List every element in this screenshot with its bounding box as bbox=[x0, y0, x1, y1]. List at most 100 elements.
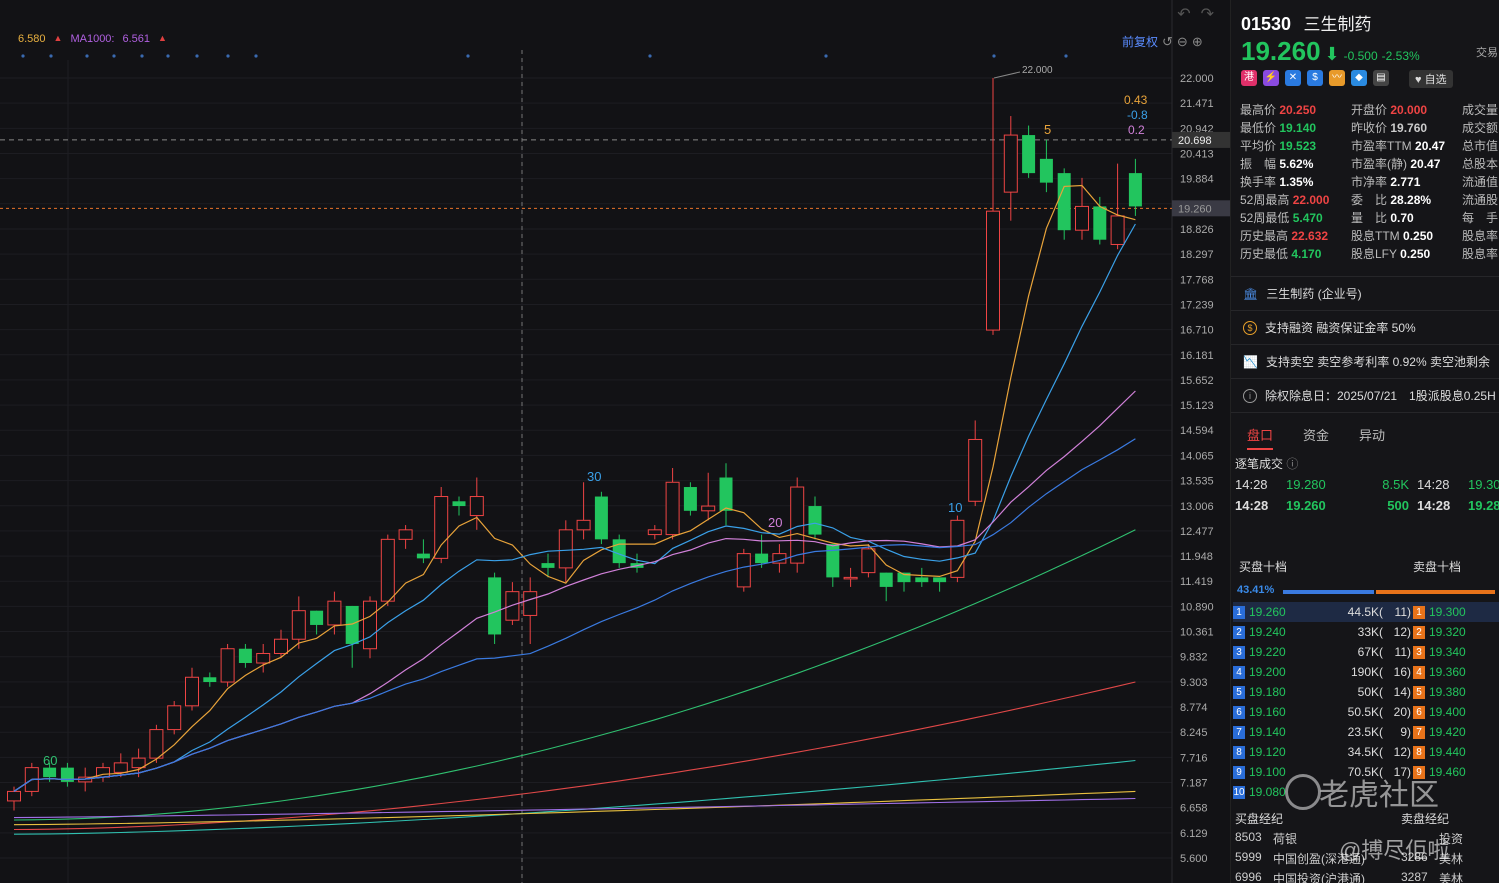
candle-body bbox=[1057, 173, 1071, 231]
quote-value: 22.000 bbox=[1292, 193, 1330, 207]
ma5-line bbox=[13, 184, 1136, 792]
shortsell-icon[interactable]: ✕ bbox=[1285, 70, 1301, 86]
zoom-out-icon[interactable]: ⊖ bbox=[1177, 34, 1188, 50]
candle-body bbox=[238, 648, 252, 663]
price-grid bbox=[0, 60, 1172, 883]
candle-body bbox=[1075, 205, 1089, 231]
hk-flag-icon[interactable]: 港 bbox=[1241, 70, 1257, 86]
quote-value: 2.771 bbox=[1390, 175, 1421, 189]
candle-body bbox=[363, 600, 377, 650]
price-axis-tick: 10.890 bbox=[1180, 601, 1214, 613]
tag-icon[interactable]: ◆ bbox=[1351, 70, 1367, 86]
marker-dot bbox=[49, 54, 53, 58]
candle-body bbox=[274, 638, 288, 654]
bid-level: 5 bbox=[1233, 685, 1245, 699]
candle-body bbox=[558, 529, 573, 569]
dollar-icon[interactable]: $ bbox=[1307, 70, 1323, 86]
candle-body bbox=[1093, 206, 1107, 240]
ask-price: 19.320 bbox=[1429, 625, 1466, 639]
bid-volume: 50K( bbox=[1357, 685, 1383, 699]
add-watchlist-button[interactable]: ♥ 自选 bbox=[1409, 70, 1453, 88]
buy-pct: 43.41% bbox=[1237, 584, 1275, 596]
candle-body bbox=[398, 529, 413, 540]
orderbook-row[interactable]: 1 19.260 44.5K(11) 1 19.300 bbox=[1233, 602, 1499, 622]
price-axis-tick: 9.303 bbox=[1180, 677, 1208, 689]
tab-pankou[interactable]: 盘口 bbox=[1247, 425, 1274, 450]
bid-count: 20) bbox=[1393, 705, 1411, 719]
ma10-label: 10 bbox=[948, 500, 962, 515]
quote-label: 股息TTM bbox=[1351, 229, 1400, 243]
quote-value: 4.170 bbox=[1291, 247, 1322, 261]
redo-icon[interactable]: ↷ bbox=[1201, 4, 1214, 24]
marker-dot bbox=[1064, 54, 1068, 58]
orderbook-row[interactable]: 6 19.160 50.5K(20) 6 19.400 bbox=[1233, 702, 1499, 722]
price-axis-tick: 13.006 bbox=[1180, 501, 1214, 513]
tab-movers[interactable]: 异动 bbox=[1359, 425, 1385, 450]
quote-label: 总市值 bbox=[1462, 139, 1499, 153]
orderbook-row[interactable]: 7 19.140 23.5K(9) 7 19.420 bbox=[1233, 722, 1499, 742]
candle-body bbox=[488, 577, 502, 635]
zoom-in-icon[interactable]: ⊕ bbox=[1192, 34, 1203, 50]
quote-cell: 股息TTM 0.250 bbox=[1351, 227, 1462, 245]
marker-dot bbox=[112, 54, 116, 58]
marker-dot bbox=[466, 54, 470, 58]
ask-level: 4 bbox=[1413, 665, 1425, 679]
orderbook-row[interactable]: 2 19.240 33K(12) 2 19.320 bbox=[1233, 622, 1499, 642]
broker-name: 中国投资(沪港通) bbox=[1273, 872, 1365, 883]
quote-value: 5.62% bbox=[1279, 157, 1314, 171]
kline-chart-area[interactable]: 22.00021.47120.94220.41319.88419.35518.8… bbox=[0, 0, 1230, 883]
marker-dot bbox=[166, 54, 170, 58]
bid-level: 2 bbox=[1233, 625, 1245, 639]
ask-level: 1 bbox=[1413, 605, 1425, 619]
price-axis-tick: 7.187 bbox=[1180, 778, 1208, 790]
ask-level: 2 bbox=[1413, 625, 1425, 639]
reset-icon[interactable]: ↺ bbox=[1162, 34, 1173, 50]
price-axis-tick: 14.594 bbox=[1180, 425, 1214, 437]
chart-tools: 前复权 ↺ ⊖ ⊕ bbox=[1122, 33, 1203, 50]
tick-time: 14:28 bbox=[1235, 477, 1268, 492]
orderbook-row[interactable]: 8 19.120 34.5K(12) 8 19.440 bbox=[1233, 742, 1499, 762]
divider bbox=[1231, 412, 1499, 413]
bid-volume: 50.5K( bbox=[1347, 705, 1383, 719]
price-axis-tick: 18.826 bbox=[1180, 224, 1214, 236]
bid-price: 19.260 bbox=[1249, 605, 1286, 619]
quote-value: 0.70 bbox=[1390, 211, 1414, 225]
quote-cell: 振 幅 5.62% bbox=[1240, 155, 1351, 173]
tab-funds[interactable]: 资金 bbox=[1303, 425, 1329, 450]
candle-body bbox=[647, 529, 662, 536]
fuquan-button[interactable]: 前复权 bbox=[1122, 33, 1158, 50]
trade-link[interactable]: 交易 bbox=[1476, 44, 1498, 60]
lightning-icon[interactable]: ⚡ bbox=[1263, 70, 1279, 86]
candle-body bbox=[1039, 158, 1053, 183]
candle-body bbox=[1003, 134, 1018, 193]
bid-price: 19.160 bbox=[1249, 705, 1286, 719]
kline-chart[interactable]: 22.00021.47120.94220.41319.88419.35518.8… bbox=[0, 0, 1230, 883]
bid-level: 1 bbox=[1233, 605, 1245, 619]
bid-level: 3 bbox=[1233, 645, 1245, 659]
divider bbox=[1231, 344, 1499, 345]
note-icon[interactable]: ▤ bbox=[1373, 70, 1389, 86]
price-axis-tick: 16.181 bbox=[1180, 350, 1214, 362]
undo-icon[interactable]: ↶ bbox=[1177, 4, 1190, 24]
candle-body bbox=[1022, 135, 1036, 174]
tick-row: 14:28 19.260 500 14:28 19.280 bbox=[1235, 495, 1499, 516]
ask-level: 5 bbox=[1413, 685, 1425, 699]
quote-value: 20.250 bbox=[1279, 103, 1317, 117]
orderbook-row[interactable]: 4 19.200 190K(16) 4 19.360 bbox=[1233, 662, 1499, 682]
bid-volume: 34.5K( bbox=[1347, 745, 1383, 759]
company-link[interactable]: 🏛 三生制药 (企业号) bbox=[1243, 285, 1362, 302]
marker-dot bbox=[195, 54, 199, 58]
quote-panel: 01530 三生制药 19.260 ⬇ -0.500 -2.53% 交易 港 ⚡… bbox=[1230, 0, 1499, 883]
orderbook-row[interactable]: 5 19.180 50K(14) 5 19.380 bbox=[1233, 682, 1499, 702]
quote-label: 总股本 bbox=[1462, 157, 1499, 171]
wave-icon[interactable]: 〰 bbox=[1329, 70, 1345, 86]
price-axis-tick: 16.710 bbox=[1180, 325, 1214, 337]
candle-body bbox=[452, 501, 466, 507]
heart-icon: ♥ bbox=[1415, 74, 1425, 86]
candle-body bbox=[416, 553, 430, 559]
candle-body bbox=[1110, 215, 1125, 245]
down-arrow-icon: ⬇ bbox=[1324, 44, 1340, 64]
orderbook-row[interactable]: 3 19.220 67K(11) 3 19.340 bbox=[1233, 642, 1499, 662]
candle-body bbox=[380, 538, 395, 602]
quote-label: 最低价 bbox=[1240, 121, 1277, 135]
